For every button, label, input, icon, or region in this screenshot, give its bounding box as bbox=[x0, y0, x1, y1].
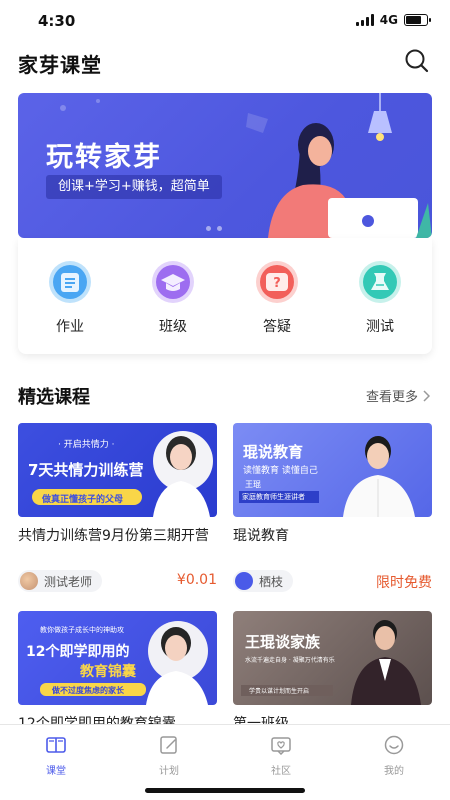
book-icon bbox=[46, 737, 66, 753]
thumb-line: 水流千遍走自身 · 凝聚万代清有乐 bbox=[245, 657, 335, 664]
course-title: 琨说教育 bbox=[233, 528, 289, 544]
tab-label: 我的 bbox=[384, 766, 404, 777]
course-card[interactable]: 琨说教育 读懂教育 读懂自己 王琨 家庭教育师生涯讲者 琨说教育 栖枝 限时免费 bbox=[233, 423, 432, 592]
tab-label: 计划 bbox=[159, 766, 179, 777]
home-indicator bbox=[145, 788, 305, 793]
page-title: 家芽课堂 bbox=[18, 53, 102, 77]
banner-title: 玩转家芽 bbox=[46, 142, 162, 173]
quick-item-test[interactable]: 测试 bbox=[345, 260, 415, 336]
thumb-headline: 琨说教育 bbox=[243, 443, 304, 461]
tab-label: 课堂 bbox=[46, 766, 66, 777]
status-indicators: 4G bbox=[355, 13, 431, 27]
course-meta: 栖枝 限时免费 bbox=[233, 570, 432, 592]
avatar bbox=[20, 572, 38, 590]
quick-label: 测试 bbox=[366, 319, 394, 335]
quick-label: 作业 bbox=[56, 319, 84, 335]
banner-dot bbox=[206, 226, 211, 231]
chevron-right-icon bbox=[423, 389, 430, 402]
thumb-tag: 教你做孩子成长中的神助攻 bbox=[40, 626, 124, 634]
community-icon bbox=[271, 737, 291, 756]
course-thumbnail: 教你做孩子成长中的神助攻 12个即学即用的 教育锦囊 做不过度焦虑的家长 bbox=[18, 611, 217, 705]
signal-icon bbox=[355, 14, 374, 26]
svg-text:?: ? bbox=[273, 276, 281, 291]
course-price: 限时免费 bbox=[376, 575, 432, 591]
tab-label: 社区 bbox=[271, 766, 291, 777]
see-more-label: 查看更多 bbox=[365, 390, 418, 405]
avatar bbox=[235, 572, 253, 590]
app-header: 家芽课堂 bbox=[0, 40, 450, 84]
thumb-tag: · 开启共情力 · bbox=[58, 440, 115, 450]
tab-community[interactable]: 社区 bbox=[251, 735, 311, 777]
thumb-line: 读懂教育 读懂自己 bbox=[243, 466, 318, 476]
teacher-chip: 栖枝 bbox=[233, 570, 294, 592]
class-icon bbox=[145, 260, 201, 308]
question-icon: ? bbox=[249, 260, 305, 308]
promo-banner[interactable]: 玩转家芽 创课+学习+赚钱，超简单 bbox=[18, 93, 432, 238]
course-thumbnail: 王琨谈家族 水流千遍走自身 · 凝聚万代清有乐 学贵以谋计划而生开启 bbox=[233, 611, 432, 705]
teacher-name: 栖枝 bbox=[259, 574, 284, 589]
banner-pagination bbox=[206, 226, 222, 231]
section-title: 精选课程 bbox=[18, 387, 90, 408]
course-card[interactable]: · 开启共情力 · 7天共情力训练营 做真正懂孩子的父母 共情力训练营9月份第三… bbox=[18, 423, 217, 592]
course-thumbnail: 琨说教育 读懂教育 读懂自己 王琨 家庭教育师生涯讲者 bbox=[233, 423, 432, 517]
teacher-chip: 测试老师 bbox=[18, 570, 103, 592]
quick-label: 答疑 bbox=[263, 319, 291, 335]
thumb-ribbon: 学贵以谋计划而生开启 bbox=[249, 688, 310, 695]
course-thumbnail: · 开启共情力 · 7天共情力训练营 做真正懂孩子的父母 bbox=[18, 423, 217, 517]
search-button[interactable] bbox=[402, 46, 432, 76]
test-icon bbox=[352, 260, 408, 308]
thumb-ribbon: 做不过度焦虑的家长 bbox=[52, 686, 124, 695]
search-icon bbox=[405, 49, 429, 73]
plan-icon bbox=[160, 736, 177, 754]
banner-dot bbox=[217, 226, 222, 231]
battery-icon bbox=[404, 14, 431, 26]
tab-classroom[interactable]: 课堂 bbox=[26, 735, 86, 777]
profile-icon bbox=[384, 735, 404, 755]
quick-item-homework[interactable]: 作业 bbox=[35, 260, 105, 336]
status-bar: 4:30 4G bbox=[0, 0, 450, 40]
course-title: 共情力训练营9月份第三期开营 bbox=[18, 528, 209, 544]
quick-label: 班级 bbox=[159, 319, 187, 335]
quick-item-class[interactable]: 班级 bbox=[138, 260, 208, 336]
teacher-name: 测试老师 bbox=[44, 574, 93, 589]
banner-subtitle: 创课+学习+赚钱，超简单 bbox=[46, 175, 222, 199]
course-price: ¥0.01 bbox=[176, 572, 217, 588]
featured-header: 精选课程 查看更多 bbox=[18, 383, 432, 408]
course-meta: 测试老师 ¥0.01 bbox=[18, 570, 217, 592]
thumb-tag: 家庭教育师生涯讲者 bbox=[242, 493, 305, 501]
tab-profile[interactable]: 我的 bbox=[364, 735, 424, 777]
see-more-link[interactable]: 查看更多 bbox=[366, 386, 430, 405]
thumb-headline: 12个即学即用的 bbox=[26, 644, 130, 660]
thumb-headline-2: 教育锦囊 bbox=[80, 664, 136, 680]
thumb-ribbon: 做真正懂孩子的父母 bbox=[42, 495, 124, 505]
network-label: 4G bbox=[379, 13, 398, 27]
quick-menu: 作业 班级 ? 答疑 测试 bbox=[18, 238, 432, 354]
tab-plan[interactable]: 计划 bbox=[139, 735, 199, 777]
thumb-headline: 7天共情力训练营 bbox=[28, 461, 144, 479]
homework-icon bbox=[42, 260, 98, 308]
thumb-speaker: 王琨 bbox=[245, 480, 261, 489]
status-time: 4:30 bbox=[38, 12, 76, 30]
thumb-headline: 王琨谈家族 bbox=[245, 633, 321, 651]
quick-item-question[interactable]: ? 答疑 bbox=[242, 260, 312, 336]
